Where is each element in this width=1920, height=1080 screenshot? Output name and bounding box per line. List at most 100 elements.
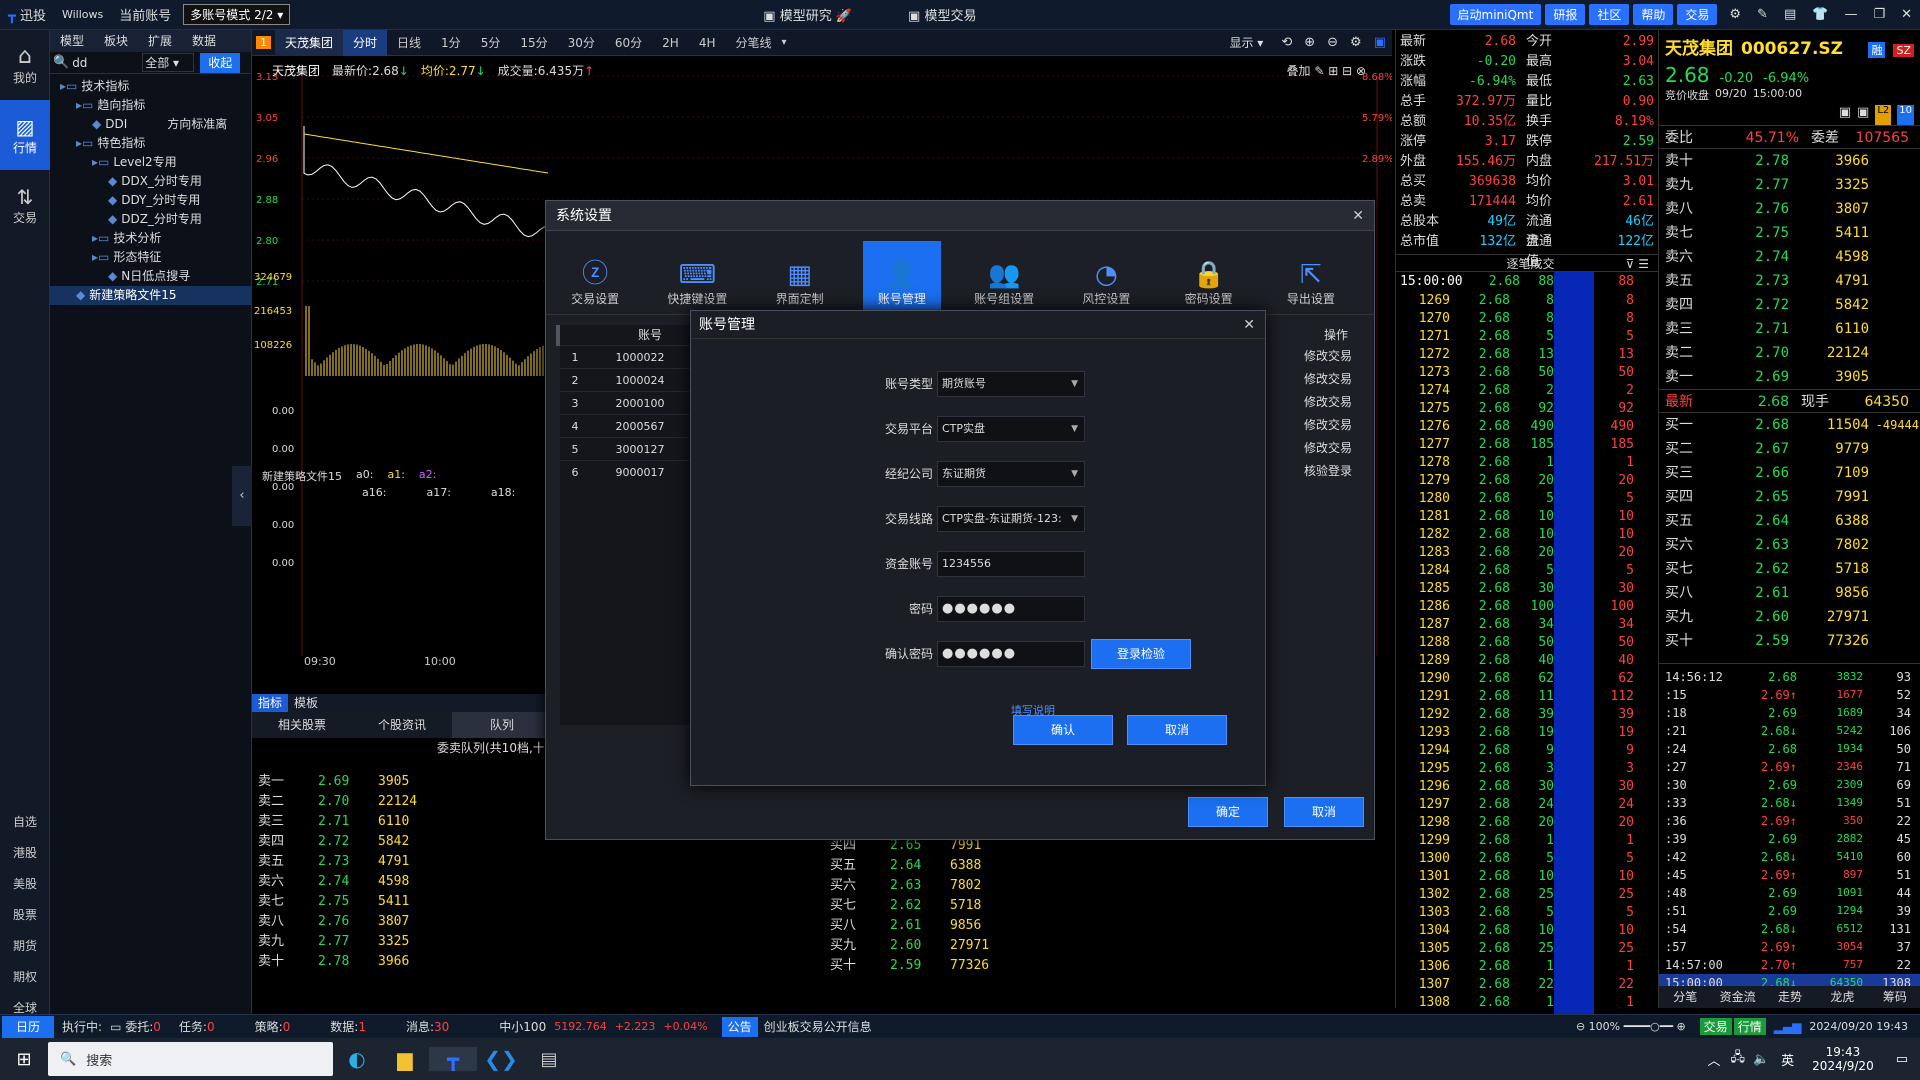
book-row[interactable]: 买三 2.66 7109 (1659, 461, 1920, 485)
refresh-icon[interactable]: ⟲ (1275, 35, 1298, 50)
tree-item[interactable]: ▸▭ 技术指标 (50, 77, 251, 96)
tab-model[interactable]: 模型 (50, 30, 94, 52)
layout-icon[interactable]: ▤ (1776, 7, 1804, 22)
tree-search-input[interactable]: dd (72, 56, 142, 70)
xuntou-app-icon[interactable]: ┳ (429, 1047, 477, 1071)
nav-mine[interactable]: ⌂ 我的 (0, 30, 50, 100)
tree-item[interactable]: ▸▭ 形态特征 (50, 248, 251, 267)
edit-icon[interactable]: ✎ (1749, 7, 1776, 22)
quote-status[interactable]: 行情 (1733, 1018, 1766, 1035)
verify-login-button[interactable]: 登录检验 (1091, 638, 1191, 669)
period-tab[interactable]: 分时 (343, 29, 388, 56)
book-row[interactable]: 卖九 2.77 3325 (1659, 173, 1920, 197)
tray-chevron-icon[interactable]: ︿ (1701, 1050, 1726, 1069)
calendar-button[interactable]: 日历 (2, 1015, 55, 1038)
tab-related-stocks[interactable]: 相关股票 (252, 712, 352, 738)
nav-stock[interactable]: 股票 (0, 899, 50, 930)
tree-item[interactable]: ▸▭ 特色指标 (50, 134, 251, 153)
tree-item[interactable]: ◆ DDI 方向标准离 (50, 115, 251, 134)
account-ok-button[interactable]: 确认 (1013, 715, 1113, 745)
volume-icon[interactable]: 🔈 (1749, 1052, 1773, 1067)
nav-futures[interactable]: 期货 (0, 930, 50, 961)
route-select[interactable]: CTP实盘-东证期货-123: ▼ (937, 505, 1085, 532)
tab-stock-news[interactable]: 个股资讯 (352, 712, 452, 738)
edge-icon[interactable]: ◐ (333, 1047, 381, 1071)
period-tab[interactable]: 2H (652, 30, 689, 56)
account-type-select[interactable]: 期货账号 ▼ (937, 370, 1085, 397)
lock-icon[interactable]: ▣ (1857, 105, 1869, 125)
tab-chips[interactable]: 筹码 (1869, 986, 1920, 1008)
task-label[interactable]: 任务:0 (161, 1018, 215, 1035)
close-icon[interactable]: ✕ (1243, 311, 1255, 339)
period-tab[interactable]: 30分 (558, 30, 605, 56)
settings-tab[interactable]: ◔ 风控设置 (1067, 241, 1145, 311)
network-icon[interactable]: 🖧 (1726, 1048, 1749, 1070)
fund-account-input[interactable]: 1234556 (937, 550, 1085, 577)
settings-icon[interactable]: ⚙ (1721, 7, 1749, 22)
settings-tab[interactable]: ⇱ 导出设置 (1272, 241, 1350, 311)
entrust-label[interactable]: ▭ 委托:0 (110, 1018, 161, 1035)
taskbar-search[interactable]: 🔍 搜索 (48, 1042, 333, 1076)
tree-item[interactable]: ▸▭ Level2专用 (50, 153, 251, 172)
windows-start-icon[interactable]: ⊞ (0, 1049, 48, 1070)
tree-item[interactable]: ◆ N日低点搜寻 (50, 267, 251, 286)
tree-item[interactable]: ▸▭ 趋向指标 (50, 96, 251, 115)
tree-item[interactable]: ◆ DDZ_分时专用 (50, 210, 251, 229)
community-button[interactable]: 社区 (1589, 4, 1630, 25)
trade-button[interactable]: 交易 (1677, 4, 1718, 25)
tree-item[interactable]: ◆ DDY_分时专用 (50, 191, 251, 210)
settings-tab[interactable]: 👤 账号管理 (862, 241, 941, 311)
model-trade-tab[interactable]: ▣ 模型交易 (900, 5, 984, 24)
account-op-button[interactable]: 核验登录 (1252, 460, 1362, 483)
confirm-password-input[interactable]: ●●●●●● (937, 640, 1085, 667)
book-row[interactable]: 卖四 2.72 5842 (1659, 293, 1920, 317)
tab-block[interactable]: 板块 (94, 30, 138, 52)
notice-text[interactable]: 创业板交易公开信息 (758, 1018, 872, 1035)
platform-select[interactable]: CTP实盘 ▼ (937, 415, 1085, 442)
strategy-label[interactable]: 策略:0 (215, 1018, 291, 1035)
account-row[interactable]: 1 1000022 (560, 345, 700, 368)
account-op-button[interactable]: 修改交易 (1252, 437, 1362, 460)
minimize-icon[interactable]: — (1836, 7, 1865, 22)
period-tab[interactable]: 1分 (431, 30, 471, 56)
restore-icon[interactable]: ❐ (1865, 7, 1893, 22)
book-row[interactable]: 买六 2.63 7802 (1659, 533, 1920, 557)
settings-ok-button[interactable]: 确定 (1188, 797, 1268, 827)
tree-item[interactable]: ◆ DDX_分时专用 (50, 172, 251, 191)
taskbar-clock[interactable]: 19:43 2024/9/20 (1802, 1045, 1884, 1073)
tab-trend[interactable]: 走势 (1764, 986, 1816, 1008)
settings-tab[interactable]: 👥 账号组设置 (965, 241, 1043, 311)
close-icon[interactable]: ✕ (1893, 7, 1920, 22)
period-tab[interactable]: 分笔线 (726, 30, 782, 56)
ten-level-badge[interactable]: 10 (1897, 105, 1914, 125)
book-row[interactable]: 卖十 2.78 3966 (1659, 149, 1920, 173)
account-row[interactable]: 6 9000017 (560, 460, 700, 483)
research-button[interactable]: 研报 (1545, 4, 1586, 25)
camera-icon[interactable]: ▣ (1839, 105, 1851, 125)
book-row[interactable]: 卖五 2.73 4791 (1659, 269, 1920, 293)
close-icon[interactable]: ✕ (1352, 201, 1364, 231)
account-cancel-button[interactable]: 取消 (1127, 715, 1227, 745)
nav-trade[interactable]: ⇅ 交易 (0, 170, 50, 240)
book-row[interactable]: 卖二 2.70 22124 (1659, 341, 1920, 365)
nav-watchlist[interactable]: 自选 (0, 806, 50, 837)
zoom-in-icon[interactable]: ⊕ (1298, 35, 1321, 50)
book-row[interactable]: 买五 2.64 6388 (1659, 509, 1920, 533)
tab-queue[interactable]: 队列 (452, 712, 552, 738)
filter-icon[interactable]: ⊽ ☰ (1626, 255, 1649, 273)
model-research-tab[interactable]: ▣ 模型研究 🚀 (755, 5, 860, 24)
book-row[interactable]: 买一 2.68 11504 -49444 (1659, 413, 1920, 437)
collapse-button[interactable]: 收起 (200, 52, 241, 73)
account-row[interactable]: 3 2000100 (560, 391, 700, 414)
tab-indicator[interactable]: 指标 (252, 694, 289, 712)
settings-tab[interactable]: ⓩ 交易设置 (556, 241, 634, 311)
stock-name-tab[interactable]: 天茂集团 (275, 29, 344, 56)
broker-select[interactable]: 东证期货 ▼ (937, 460, 1085, 487)
book-row[interactable]: 买十 2.59 77326 (1659, 629, 1920, 653)
period-dropdown-icon[interactable]: ▾ (782, 37, 787, 48)
password-input[interactable]: ●●●●●● (937, 595, 1085, 622)
minimqmt-button[interactable]: 启动miniQmt (1449, 4, 1542, 25)
tree-item[interactable]: ◆ 新建策略文件15 (50, 286, 251, 305)
account-row[interactable]: 4 2000567 (560, 414, 700, 437)
tab-dragon-tiger[interactable]: 龙虎 (1816, 986, 1868, 1008)
